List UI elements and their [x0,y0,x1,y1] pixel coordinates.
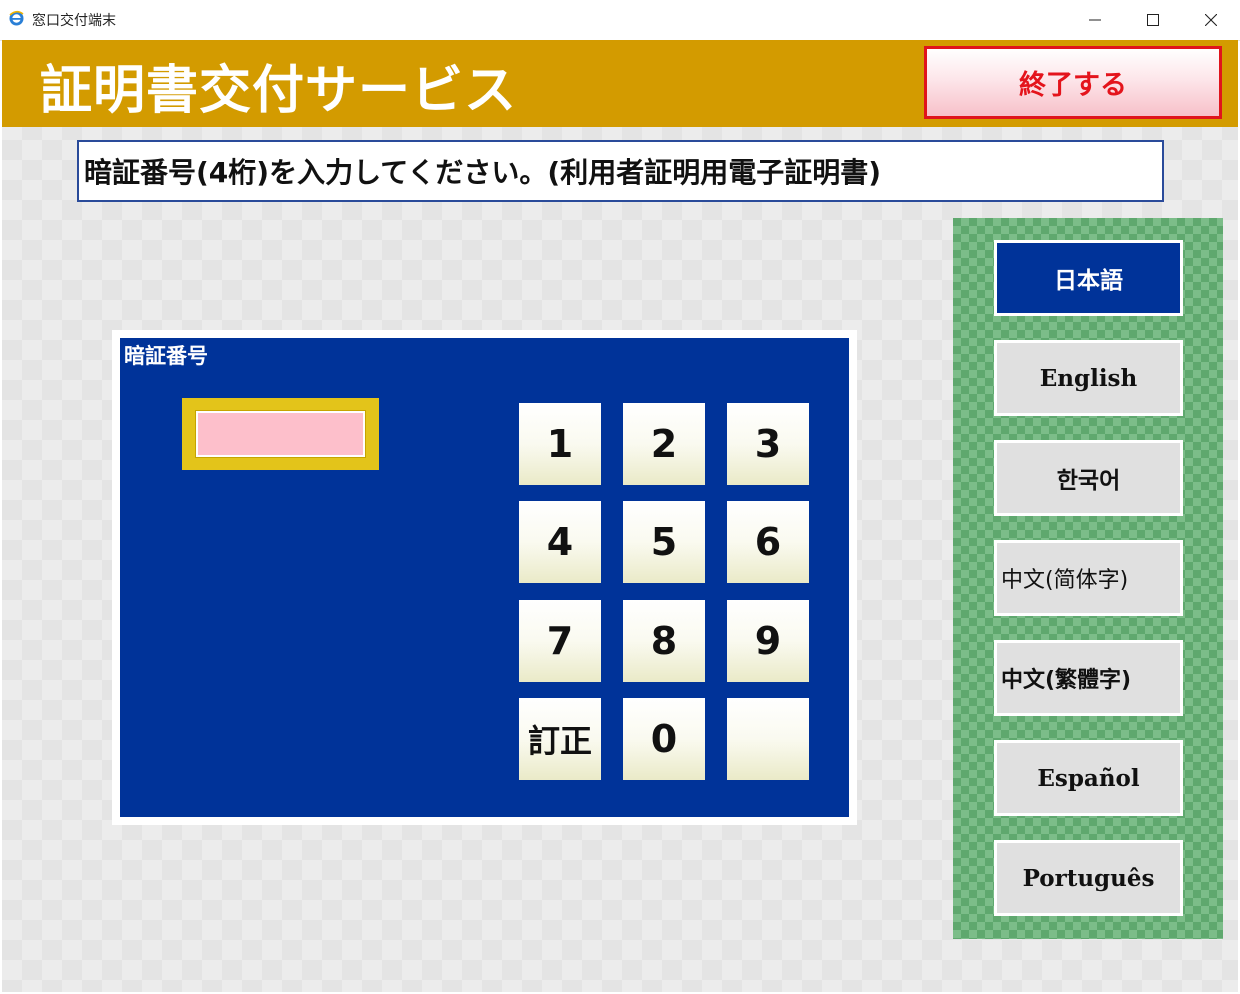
header-bar: 証明書交付サービス 終了する [2,40,1238,127]
pin-input[interactable] [195,410,366,458]
pin-entry-inner: 暗証番号 1 2 3 4 5 6 7 8 9 訂正 0 [120,338,849,817]
maximize-icon [1147,14,1159,26]
key-8[interactable]: 8 [623,600,705,682]
language-chinese-traditional-button[interactable]: 中文(繁體字) [994,640,1183,716]
key-4[interactable]: 4 [519,501,601,583]
key-9[interactable]: 9 [727,600,809,682]
language-korean-button[interactable]: 한국어 [994,440,1183,516]
close-icon [1205,14,1217,26]
key-1[interactable]: 1 [519,403,601,485]
key-6[interactable]: 6 [727,501,809,583]
ie-app-icon [9,10,24,26]
language-japanese-button[interactable]: 日本語 [994,240,1183,316]
key-5[interactable]: 5 [623,501,705,583]
app-window: 証明書交付サービス 終了する 暗証番号(4桁)を入力してください。(利用者証明用… [2,40,1238,992]
window-title: 窓口交付端末 [32,13,116,29]
pin-entry-panel: 暗証番号 1 2 3 4 5 6 7 8 9 訂正 0 [112,330,857,825]
instruction-message: 暗証番号(4桁)を入力してください。(利用者証明用電子証明書) [77,140,1164,202]
correct-key[interactable]: 訂正 [519,698,601,780]
language-english-button[interactable]: English [994,340,1183,416]
page-title: 証明書交付サービス [40,61,518,121]
maximize-button[interactable] [1124,0,1182,40]
exit-button[interactable]: 終了する [924,46,1222,119]
key-0[interactable]: 0 [623,698,705,780]
key-7[interactable]: 7 [519,600,601,682]
language-spanish-button[interactable]: Español [994,740,1183,816]
language-chinese-simplified-button[interactable]: 中文(简体字) [994,540,1183,616]
pin-input-frame [182,398,379,470]
minimize-icon [1089,19,1101,21]
key-2[interactable]: 2 [623,403,705,485]
minimize-button[interactable] [1066,0,1124,40]
pin-label: 暗証番号 [124,344,208,368]
language-portuguese-button[interactable]: Português [994,840,1183,916]
window-titlebar: 窓口交付端末 [0,0,1240,41]
key-3[interactable]: 3 [727,403,809,485]
blank-key[interactable] [727,698,809,780]
language-panel: 日本語 English 한국어 中文(简体字) 中文(繁體字) Español … [953,218,1223,939]
close-button[interactable] [1182,0,1240,40]
